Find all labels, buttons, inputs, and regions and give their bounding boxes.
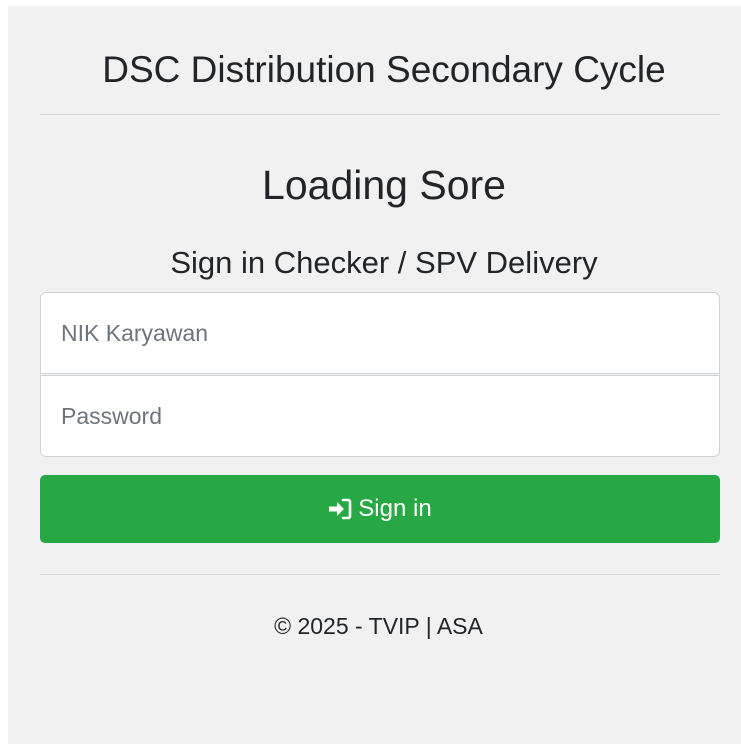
page-heading: Loading Sore: [262, 162, 506, 208]
password-input[interactable]: [40, 375, 720, 457]
header-divider: [40, 114, 720, 115]
footer-copyright: © 2025 - TVIP | ASA: [274, 613, 483, 639]
login-panel: DSC Distribution Secondary Cycle Loading…: [8, 6, 741, 744]
sign-in-button[interactable]: Sign in: [40, 475, 720, 543]
app-title: DSC Distribution Secondary Cycle: [102, 49, 666, 90]
page-subheading: Sign in Checker / SPV Delivery: [170, 245, 598, 280]
footer-divider: [40, 574, 720, 575]
nik-input[interactable]: [40, 292, 720, 374]
sign-in-label: Sign in: [358, 495, 432, 522]
sign-in-icon: [328, 498, 352, 520]
